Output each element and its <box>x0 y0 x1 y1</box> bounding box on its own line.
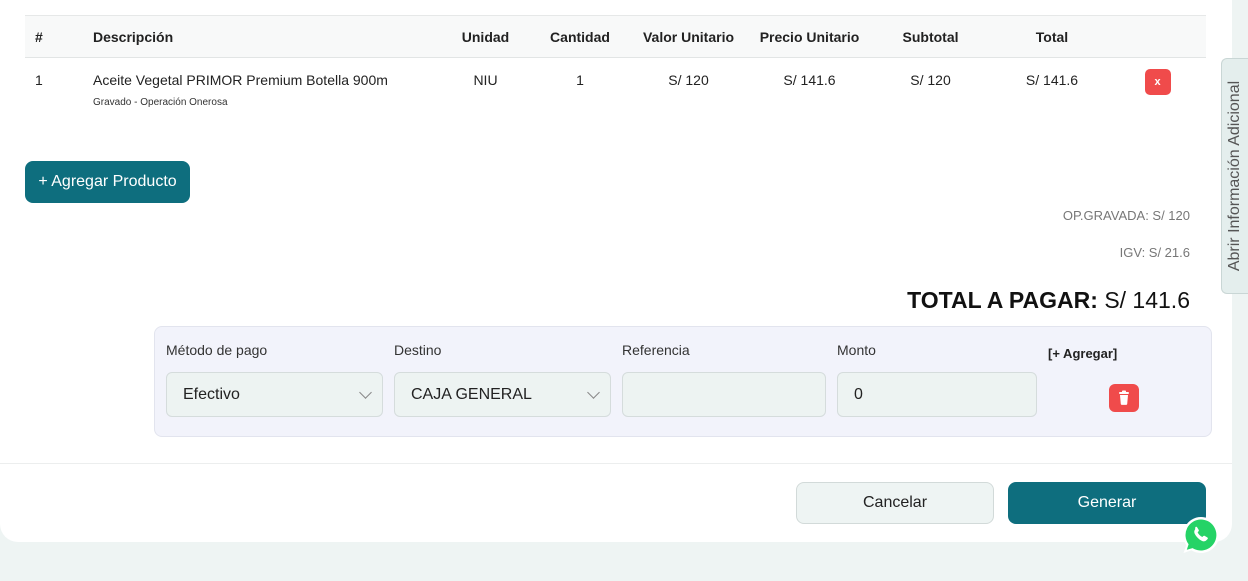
destination-select[interactable]: CAJA GENERAL <box>394 372 611 417</box>
row-subtotal: S/ 120 <box>910 72 951 88</box>
trash-icon <box>1119 390 1129 405</box>
amount-input[interactable]: 0 <box>837 372 1037 417</box>
reference-input[interactable] <box>622 372 826 417</box>
product-name: Aceite Vegetal PRIMOR Premium Botella 90… <box>93 72 388 88</box>
payment-method-label: Método de pago <box>166 342 268 358</box>
row-number: 1 <box>35 72 43 88</box>
remove-item-button[interactable]: x <box>1144 69 1171 95</box>
row-unit: NIU <box>473 72 498 88</box>
total-to-pay: TOTAL A PAGAR: S/ 141.6 <box>907 287 1190 314</box>
row-unit-value: S/ 120 <box>668 72 709 88</box>
op-gravada-text: OP.GRAVADA: S/ 120 <box>1062 208 1190 223</box>
header-unit-value: Valor Unitario <box>642 28 735 45</box>
reference-label: Referencia <box>622 342 690 358</box>
row-description: Aceite Vegetal PRIMOR Premium Botella 90… <box>93 58 445 128</box>
table-row: 1 Aceite Vegetal PRIMOR Premium Botella … <box>25 58 1206 128</box>
header-description: Descripción <box>93 28 174 45</box>
header-total: Total <box>1035 28 1069 45</box>
add-product-button[interactable]: + Agregar Producto <box>25 161 190 203</box>
header-subtotal: Subtotal <box>902 28 959 45</box>
payment-section: Método de pago Efectivo Destino CAJA GEN… <box>154 326 1212 437</box>
items-table: # Descripción Unidad Cantidad Valor Unit… <box>25 15 1206 128</box>
destination-value: CAJA GENERAL <box>411 386 532 403</box>
add-payment-link[interactable]: [+ Agregar] <box>1048 346 1117 361</box>
delete-payment-button[interactable] <box>1109 384 1139 412</box>
generate-button[interactable]: Generar <box>1008 482 1206 524</box>
amount-label: Monto <box>837 342 876 358</box>
cancel-button[interactable]: Cancelar <box>796 482 994 524</box>
chevron-down-icon <box>359 386 372 399</box>
total-label: TOTAL A PAGAR: <box>907 287 1098 313</box>
table-header-row: # Descripción Unidad Cantidad Valor Unit… <box>25 15 1206 58</box>
header-unit-price: Precio Unitario <box>759 28 860 45</box>
chevron-down-icon <box>587 386 600 399</box>
row-actions: x <box>1119 58 1206 128</box>
header-number: # <box>35 28 43 45</box>
additional-info-tab[interactable]: Abrir Información Adicional <box>1221 58 1248 294</box>
row-quantity: 1 <box>576 72 584 88</box>
igv-text: IGV: S/ 21.6 <box>1119 245 1190 260</box>
whatsapp-icon <box>1183 517 1219 553</box>
row-unit-price: S/ 141.6 <box>783 72 836 88</box>
destination-label: Destino <box>394 342 442 358</box>
additional-info-label: Abrir Información Adicional <box>1226 80 1243 272</box>
header-unit: Unidad <box>461 28 510 45</box>
payment-method-select[interactable]: Efectivo <box>166 372 383 417</box>
total-value: S/ 141.6 <box>1104 287 1190 313</box>
header-actions <box>1119 16 1206 58</box>
payment-method-value: Efectivo <box>183 386 240 403</box>
footer-divider <box>0 463 1232 464</box>
form-card: # Descripción Unidad Cantidad Valor Unit… <box>0 0 1232 542</box>
whatsapp-button[interactable] <box>1180 514 1222 556</box>
header-quantity: Cantidad <box>550 28 610 45</box>
tax-type: Gravado - Operación Onerosa <box>93 97 228 108</box>
row-total: S/ 141.6 <box>1025 72 1079 88</box>
